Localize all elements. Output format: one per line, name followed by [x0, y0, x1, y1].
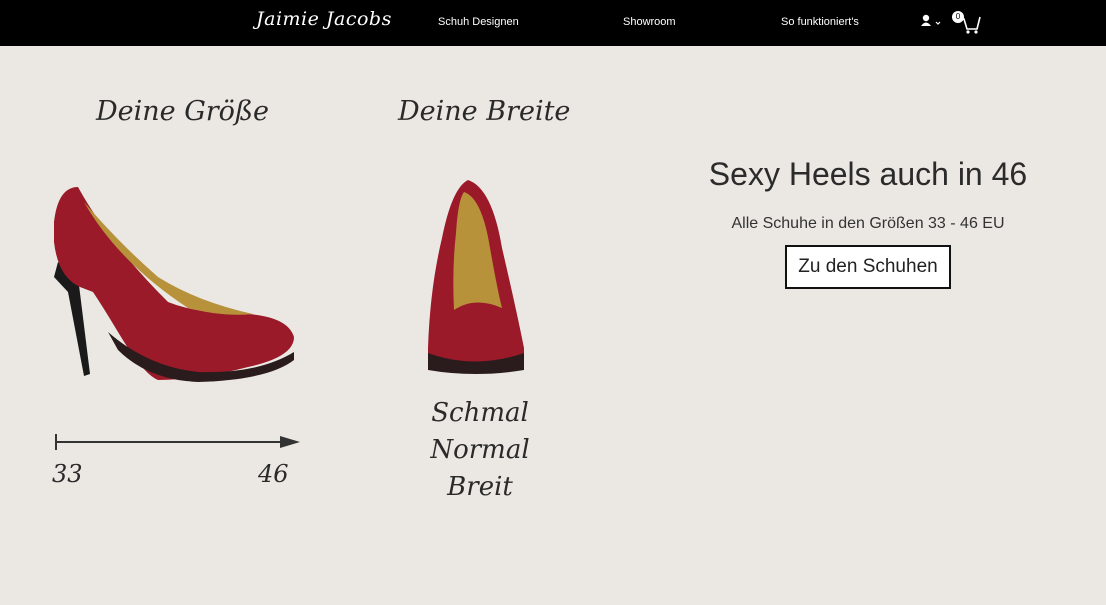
nav-link-schuh-designen[interactable]: Schuh Designen	[438, 16, 519, 28]
user-account-menu[interactable]	[920, 14, 944, 32]
size-max-label: 46	[258, 460, 289, 488]
nav-link-so-funktionierts[interactable]: So funktioniert's	[781, 16, 859, 28]
promo-title: Sexy Heels auch in 46	[708, 156, 1028, 192]
shopping-cart[interactable]: 0	[952, 11, 982, 35]
shoe-side-view-image	[54, 187, 294, 382]
width-heading: Deine Breite	[398, 96, 571, 127]
shoe-front-view-image	[428, 180, 524, 374]
promo-subtitle: Alle Schuhe in den Größen 33 - 46 EU	[731, 215, 1005, 232]
user-icon	[921, 14, 941, 26]
size-range-arrow	[55, 434, 300, 450]
top-navigation-bar: Jaimie Jacobs Schuh Designen Showroom So…	[0, 0, 1106, 46]
brand-logo[interactable]: Jaimie Jacobs	[256, 8, 392, 30]
width-option-schmal: Schmal	[431, 398, 529, 428]
width-option-normal: Normal	[430, 435, 530, 465]
cart-count-badge: 0	[952, 11, 964, 23]
zu-den-schuhen-button[interactable]: Zu den Schuhen	[785, 245, 951, 289]
width-option-breit: Breit	[447, 472, 513, 502]
size-heading: Deine Größe	[96, 96, 269, 127]
chevron-down-icon	[935, 21, 941, 25]
size-min-label: 33	[52, 460, 83, 488]
nav-link-showroom[interactable]: Showroom	[623, 16, 676, 28]
